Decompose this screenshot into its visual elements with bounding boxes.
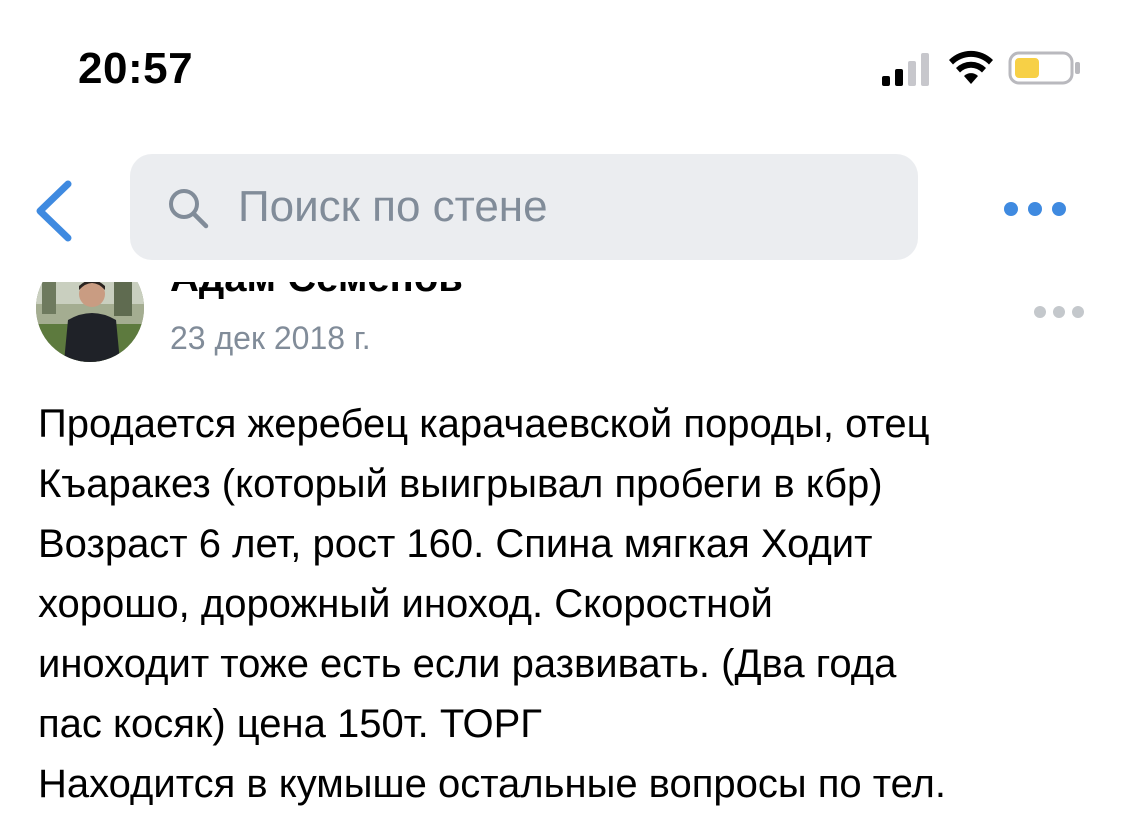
author-avatar[interactable] xyxy=(36,282,144,362)
search-placeholder: Поиск по стене xyxy=(238,182,548,231)
post-text-line: иноходит тоже есть если развивать. (Два … xyxy=(38,642,897,686)
post-date: 23 дек 2018 г. xyxy=(170,320,371,356)
post-text-line: Къаракез (который выигрывал пробеги в кб… xyxy=(38,462,883,506)
wifi-icon xyxy=(949,50,993,84)
avatar-photo xyxy=(36,282,144,362)
status-bar: 20:57 xyxy=(0,0,1125,140)
post-text-line: хорошо, дорожный иноход. Скоростной xyxy=(38,582,773,626)
battery-icon xyxy=(1008,51,1080,85)
post-text-line: Находится в кумыше остальные вопросы по … xyxy=(38,762,947,806)
screen: 20:57 Поиск по стене 23 дек 2018 г. Прод… xyxy=(0,0,1125,822)
wall-search-input[interactable]: Поиск по стене xyxy=(130,154,918,260)
top-navigation-bar: Поиск по стене xyxy=(0,140,1125,282)
back-chevron-icon[interactable] xyxy=(28,178,78,244)
search-icon xyxy=(169,189,209,229)
post-text-line: пас косяк) цена 150т. ТОРГ xyxy=(38,702,542,746)
status-time: 20:57 xyxy=(78,44,194,93)
author-name[interactable]: Адам Семенов xyxy=(170,282,463,301)
post-text: Продается жеребец карачаевской породы, о… xyxy=(38,394,1108,814)
more-options-icon[interactable] xyxy=(1000,196,1070,222)
cellular-signal-icon xyxy=(882,53,929,86)
post-text-line: Продается жеребец карачаевской породы, о… xyxy=(38,402,930,446)
post-text-line: Возраст 6 лет, рост 160. Спина мягкая Хо… xyxy=(38,522,873,566)
wall-post: Адам Семенов 23 дек 2018 г. Продается же… xyxy=(0,282,1125,822)
post-options-icon[interactable] xyxy=(1032,302,1086,322)
